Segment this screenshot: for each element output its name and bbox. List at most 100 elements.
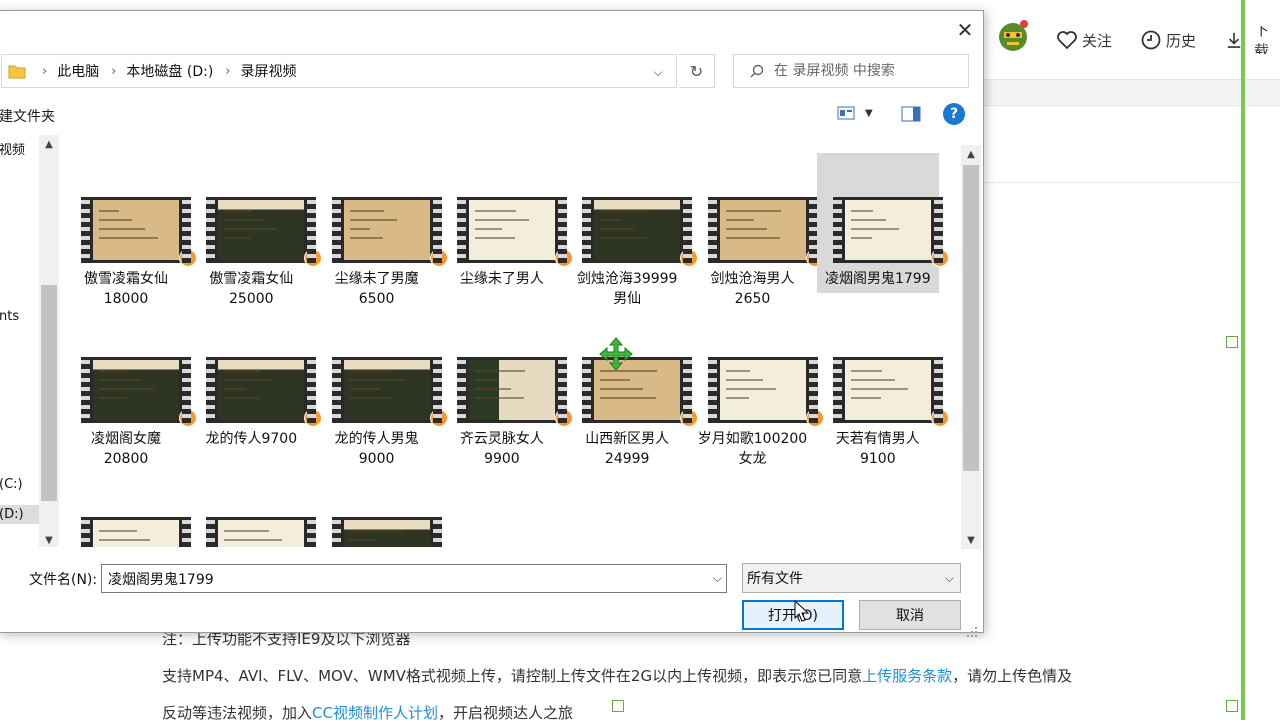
- preview-pane-button[interactable]: [901, 106, 921, 126]
- file-item[interactable]: ▶ 剑烛沧海39999 男仙: [566, 153, 699, 307]
- video-thumbnail: ▶: [456, 357, 573, 427]
- chevron-down-icon[interactable]: ⌵: [648, 63, 668, 81]
- file-item[interactable]: ▶ 尘缘未了男人: [441, 153, 573, 293]
- file-name-line1: 天若有情男人: [835, 431, 920, 447]
- thumbnail-text-line: [474, 370, 525, 372]
- file-item[interactable]: ▶ 岁月如歌100200 女龙: [692, 313, 824, 467]
- download-label: 下载: [1254, 26, 1270, 54]
- scroll-up-icon[interactable]: ▲: [961, 147, 981, 161]
- file-item[interactable]: ▶ 傲雪凌霜女仙 18000: [65, 153, 197, 307]
- file-item[interactable]: ▶: [190, 473, 317, 547]
- thumbnail-frame: [594, 200, 681, 260]
- nav-scrollbar[interactable]: ▲ ▼: [39, 135, 59, 547]
- thumbnail-text-line: [99, 397, 127, 399]
- file-item[interactable]: ▶ 天若有情男人 9100: [817, 313, 949, 467]
- thumbnail-frame: [719, 360, 806, 420]
- file-item[interactable]: ▶ 剑烛沧海男人 2650: [692, 153, 824, 307]
- filetype-select[interactable]: 所有文件 ⌵: [742, 563, 961, 593]
- file-item[interactable]: ▶ 凌烟阁男鬼1799: [816, 153, 949, 293]
- scroll-down-icon[interactable]: ▼: [961, 533, 981, 547]
- thumbnail-frame: [468, 360, 555, 420]
- search-input[interactable]: [774, 63, 954, 79]
- cc-plan-line: 反动等违法视频，加入CC视频制作人计划，开启视频达人之旅: [162, 702, 573, 720]
- file-item[interactable]: ▶ 傲雪凌霜女仙 25000: [190, 153, 323, 307]
- open-button[interactable]: 打开(O): [742, 600, 844, 630]
- refresh-icon: ↻: [689, 61, 704, 81]
- thumbnail-text-line: [349, 237, 383, 239]
- file-item[interactable]: ▶ 龙的传人男鬼 9000: [316, 313, 448, 467]
- thumbnail-text-line: [99, 228, 145, 230]
- scroll-down-icon[interactable]: ▼: [39, 533, 59, 547]
- chevron-down-icon[interactable]: ⌵: [713, 571, 722, 586]
- resize-handle-bottom[interactable]: [612, 700, 624, 712]
- cc-text-tail: ，开启视频达人之旅: [437, 704, 573, 720]
- formats-text: 支持MP4、AVI、FLV、MOV、WMV格式视频上传，请控制上传文件在2G以内…: [162, 667, 863, 685]
- thumbnail-frame: [844, 200, 931, 260]
- chevron-right-icon: ›: [225, 63, 231, 79]
- scroll-up-icon[interactable]: ▲: [39, 137, 59, 151]
- close-button[interactable]: ✕: [951, 17, 979, 43]
- file-name: 岁月如歌100200 女龙: [692, 429, 814, 469]
- filetype-value: 所有文件: [747, 571, 803, 587]
- thumbnail-text-line: [725, 379, 763, 381]
- resize-handle-right[interactable]: [1226, 336, 1238, 348]
- breadcrumb-folder[interactable]: 录屏视频: [240, 61, 296, 81]
- file-item[interactable]: ▶ 尘缘未了男魔 6500: [316, 153, 448, 307]
- nav-item-documents[interactable]: nts: [0, 309, 19, 324]
- breadcrumb-drive-d[interactable]: 本地磁盘 (D:): [126, 61, 213, 81]
- file-item[interactable]: ▶ 凌烟阁女魔 20800: [65, 313, 197, 467]
- help-button[interactable]: ?: [943, 103, 965, 125]
- thumbnail-text-line: [349, 210, 384, 212]
- address-bar[interactable]: › 此电脑 › 本地磁盘 (D:) › 录屏视频 ⌵: [1, 54, 677, 88]
- thumbnail-frame: [844, 360, 931, 420]
- history-link[interactable]: 历史: [1140, 26, 1196, 54]
- nav-scroll-thumb[interactable]: [41, 285, 57, 501]
- thumbnail-text-line: [850, 370, 882, 372]
- file-name: 齐云灵脉女人 9900: [441, 429, 563, 469]
- file-scrollbar[interactable]: ▲ ▼: [961, 145, 981, 549]
- thumbnail-text-line: [850, 397, 881, 399]
- resize-handle-bottom-right[interactable]: [1226, 700, 1238, 712]
- file-name-line1: 剑烛沧海男人: [710, 271, 795, 287]
- cancel-button[interactable]: 取消: [859, 600, 961, 630]
- follow-link[interactable]: 关注: [1056, 26, 1112, 54]
- file-item[interactable]: ▶: [65, 473, 191, 547]
- breadcrumb-this-pc[interactable]: 此电脑: [57, 61, 99, 81]
- terms-link[interactable]: 上传服务条款: [862, 667, 952, 685]
- thumbnail-text-line: [224, 530, 270, 532]
- file-item[interactable]: ▶ 龙的传人9700: [190, 313, 323, 453]
- file-item[interactable]: ▶ 山西新区男人 24999: [566, 313, 699, 467]
- thumbnail-text-line: [474, 388, 511, 390]
- thumbnail-text-line: [99, 379, 141, 381]
- file-name-line1: 龙的传人9700: [205, 431, 298, 447]
- cc-plan-link[interactable]: CC视频制作人计划: [312, 704, 438, 720]
- thumbnail-text-line: [474, 219, 529, 221]
- thumbnail-text-line: [600, 237, 648, 239]
- filename-field[interactable]: ⌵: [101, 564, 727, 593]
- nav-item-drive-c[interactable]: (C:): [0, 477, 23, 492]
- thumbnail-text-line: [224, 370, 261, 372]
- thumbnail-text-line: [99, 237, 158, 239]
- file-name: 龙的传人男鬼 9000: [316, 429, 438, 469]
- video-thumbnail: ▶: [206, 197, 323, 267]
- view-options-button[interactable]: ▼: [837, 106, 873, 120]
- file-item[interactable]: ▶ 齐云灵脉女人 9900: [441, 313, 573, 467]
- nav-item-drive-d[interactable]: (D:): [0, 505, 39, 524]
- file-scroll-thumb[interactable]: [963, 165, 979, 471]
- nav-item-video[interactable]: 视频: [0, 139, 25, 158]
- search-box[interactable]: [733, 54, 969, 88]
- user-avatar[interactable]: [996, 20, 1034, 51]
- filename-input[interactable]: [108, 570, 698, 587]
- video-thumbnail: ▶: [331, 517, 442, 547]
- refresh-button[interactable]: ↻: [679, 54, 715, 88]
- new-folder-button[interactable]: 建文件夹: [0, 106, 55, 126]
- thumbnail-text-line: [600, 228, 635, 230]
- caret-down-icon: ▼: [865, 107, 873, 119]
- resize-grip-icon[interactable]: [965, 625, 979, 639]
- preview-pane-icon: [901, 106, 921, 122]
- file-name-line1: 剑烛沧海39999: [576, 271, 678, 287]
- follow-label: 关注: [1082, 31, 1113, 50]
- thumbnail-frame: [343, 360, 430, 420]
- file-item[interactable]: ▶: [316, 473, 442, 547]
- file-name: 凌烟阁男鬼1799: [817, 269, 939, 289]
